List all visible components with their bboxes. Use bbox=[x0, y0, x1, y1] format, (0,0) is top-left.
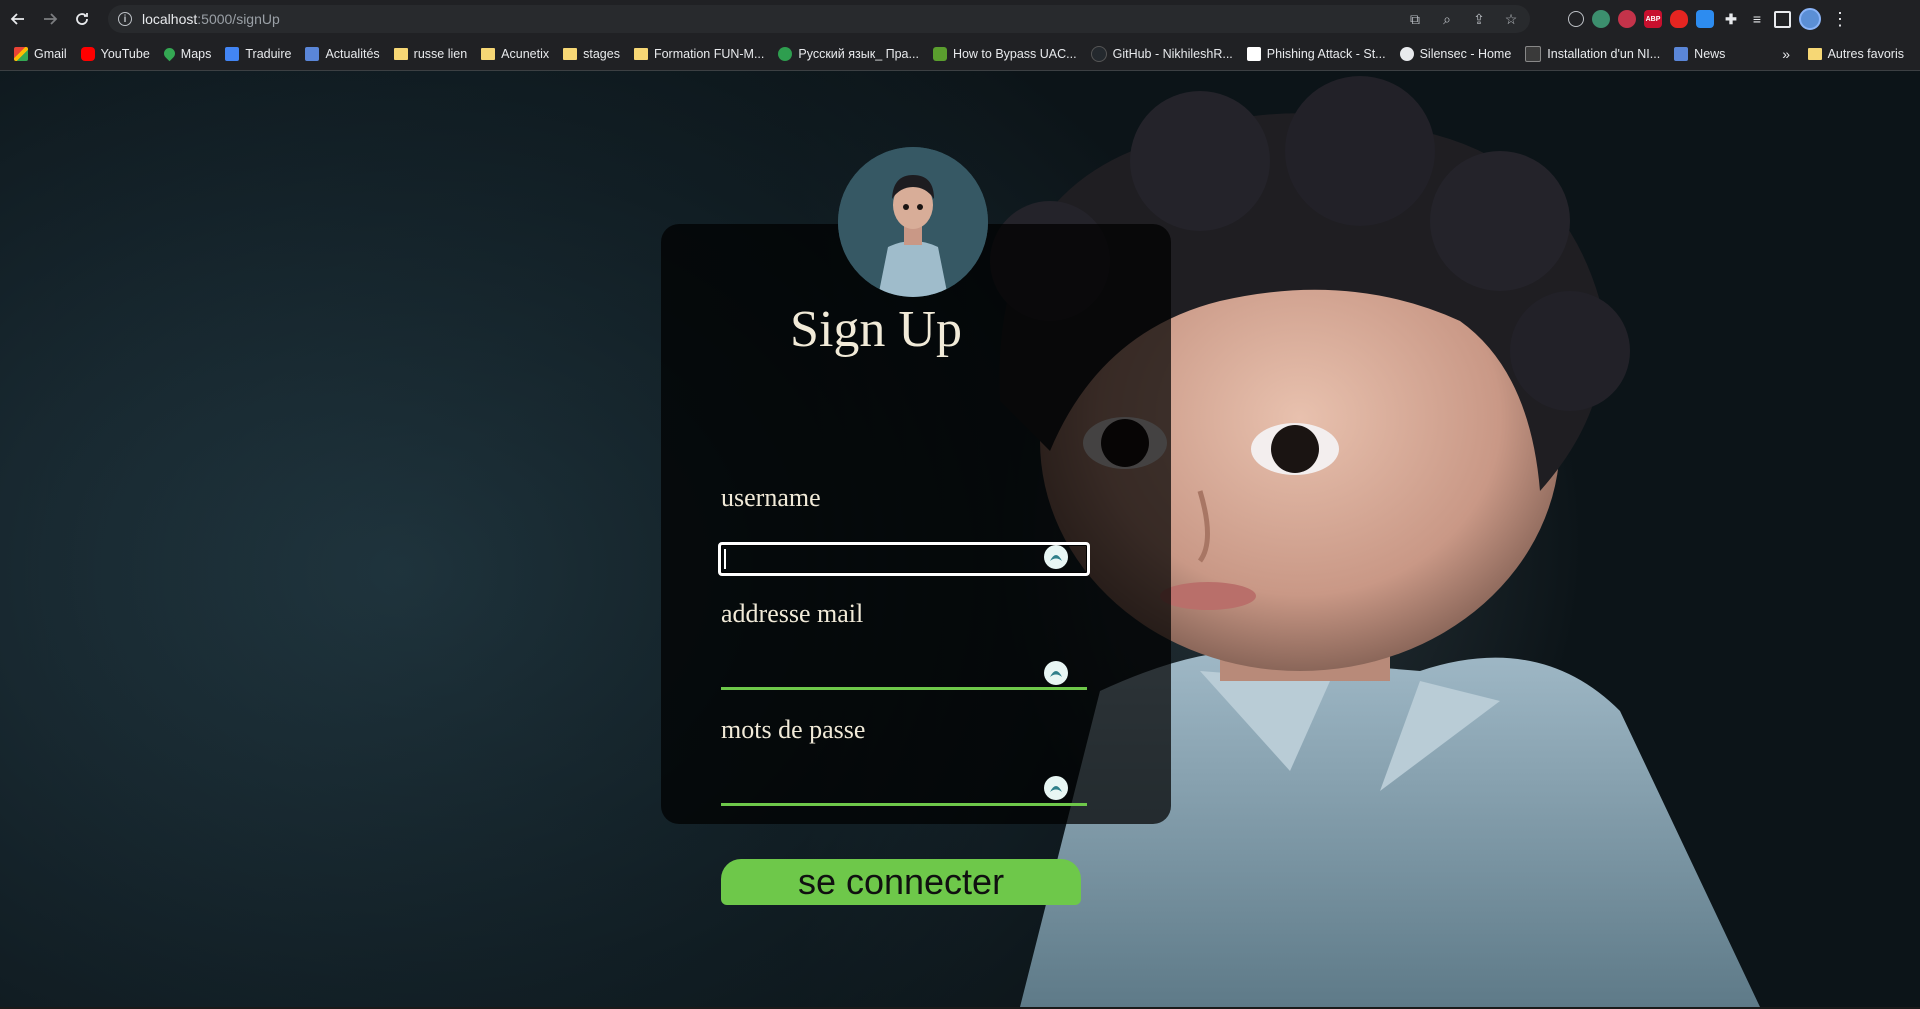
bookmark-folder-formation[interactable]: Formation FUN-M... bbox=[633, 46, 765, 61]
bookmark-label: russe lien bbox=[413, 46, 468, 61]
password-manager-icon[interactable] bbox=[1044, 776, 1068, 800]
extension-5-icon[interactable] bbox=[1670, 10, 1688, 28]
back-button[interactable] bbox=[4, 5, 32, 33]
bookmark-label: Acunetix bbox=[501, 46, 550, 61]
bookmark-label: Silensec - Home bbox=[1419, 46, 1512, 61]
bookmark-github[interactable]: GitHub - NikhileshR... bbox=[1090, 45, 1233, 62]
extension-1-icon[interactable] bbox=[1568, 11, 1584, 27]
text-caret bbox=[724, 549, 726, 569]
site-icon bbox=[1399, 46, 1414, 61]
bookmark-installation[interactable]: Installation d'un NI... bbox=[1525, 45, 1661, 62]
bookmark-phishing[interactable]: Phishing Attack - St... bbox=[1246, 46, 1386, 61]
page-title: Sign Up bbox=[790, 301, 962, 358]
bookmark-label: GitHub - NikhileshR... bbox=[1112, 46, 1233, 61]
bookmark-label: YouTube bbox=[100, 46, 150, 61]
youtube-icon bbox=[80, 46, 95, 61]
bookmarks-overflow-button[interactable]: » bbox=[1782, 46, 1790, 62]
bookmark-star-icon[interactable]: ☆ bbox=[1502, 11, 1520, 28]
url-host: localhost bbox=[142, 11, 198, 27]
bookmark-gmail[interactable]: Gmail bbox=[14, 46, 67, 61]
bookmark-news[interactable]: News bbox=[1674, 46, 1726, 61]
bookmarks-bar: Gmail YouTube Maps Traduire Actualités r… bbox=[0, 37, 1920, 71]
menu-kebab-icon[interactable]: ⋮ bbox=[1831, 9, 1849, 30]
bookmark-traduire[interactable]: Traduire bbox=[225, 46, 292, 61]
folder-icon bbox=[563, 47, 578, 60]
bookmark-label: Installation d'un NI... bbox=[1547, 46, 1661, 61]
bookmark-youtube[interactable]: YouTube bbox=[80, 46, 150, 61]
gmail-icon bbox=[14, 46, 28, 61]
bookmark-label: News bbox=[1694, 46, 1726, 61]
github-icon bbox=[1090, 45, 1107, 62]
profile-photo bbox=[838, 147, 988, 297]
site-icon bbox=[1525, 45, 1542, 62]
bookmark-maps[interactable]: Maps bbox=[161, 45, 212, 62]
profile-avatar[interactable] bbox=[1799, 8, 1821, 30]
news-icon bbox=[1674, 46, 1689, 61]
address-bar[interactable]: i localhost:5000/signUp ⧉ ⌕ ⇪ ☆ bbox=[108, 5, 1530, 33]
other-bookmarks-label: Autres favoris bbox=[1827, 46, 1904, 61]
reading-list-icon[interactable]: ≡ bbox=[1748, 10, 1766, 28]
email-input[interactable] bbox=[721, 658, 1087, 690]
site-icon bbox=[932, 46, 947, 61]
adblock-plus-icon[interactable]: ABP bbox=[1644, 10, 1662, 28]
bookmark-russkiy[interactable]: Русский язык_ Пра... bbox=[778, 46, 919, 61]
bookmark-label: Actualités bbox=[325, 46, 380, 61]
extensions-puzzle-icon[interactable]: ✚ bbox=[1722, 10, 1740, 28]
bookmark-actualites[interactable]: Actualités bbox=[305, 46, 380, 61]
username-input[interactable] bbox=[718, 542, 1090, 576]
url-path: :5000/signUp bbox=[197, 11, 280, 27]
extension-6-icon[interactable] bbox=[1696, 10, 1714, 28]
folder-icon bbox=[481, 47, 496, 60]
bookmark-label: How to Bypass UAC... bbox=[952, 46, 1077, 61]
reload-button[interactable] bbox=[68, 5, 96, 33]
submit-button[interactable]: se connecter bbox=[721, 859, 1081, 905]
share-icon[interactable]: ⇪ bbox=[1470, 11, 1488, 28]
browser-toolbar: i localhost:5000/signUp ⧉ ⌕ ⇪ ☆ ABP ✚ ≡ … bbox=[0, 0, 1920, 37]
zoom-icon[interactable]: ⌕ bbox=[1438, 11, 1456, 28]
site-icon bbox=[778, 46, 793, 61]
translate-page-icon[interactable]: ⧉ bbox=[1406, 11, 1424, 28]
forward-button[interactable] bbox=[36, 5, 64, 33]
password-input[interactable] bbox=[721, 774, 1087, 806]
password-manager-icon[interactable] bbox=[1044, 545, 1068, 569]
translate-icon bbox=[225, 46, 240, 61]
bookmark-label: Traduire bbox=[245, 46, 292, 61]
folder-icon bbox=[633, 47, 648, 60]
bookmark-bypass-uac[interactable]: How to Bypass UAC... bbox=[932, 46, 1077, 61]
bookmark-label: Formation FUN-M... bbox=[653, 46, 765, 61]
bookmark-folder-stages[interactable]: stages bbox=[563, 47, 620, 61]
news-icon bbox=[305, 46, 320, 61]
bookmark-label: Русский язык_ Пра... bbox=[798, 46, 919, 61]
other-bookmarks-folder[interactable]: Autres favoris bbox=[1807, 46, 1904, 61]
maps-icon bbox=[161, 45, 178, 62]
username-label: username bbox=[721, 483, 821, 512]
email-label: addresse mail bbox=[721, 599, 864, 628]
folder-icon bbox=[393, 47, 408, 60]
bookmark-label: Maps bbox=[180, 46, 212, 61]
extension-2-icon[interactable] bbox=[1592, 10, 1610, 28]
bookmark-silensec[interactable]: Silensec - Home bbox=[1399, 46, 1512, 61]
site-info-icon[interactable]: i bbox=[118, 12, 132, 26]
folder-icon bbox=[1807, 47, 1822, 60]
extension-3-icon[interactable] bbox=[1618, 10, 1636, 28]
bookmark-label: Gmail bbox=[34, 46, 67, 61]
bookmark-folder-russe-lien[interactable]: russe lien bbox=[393, 46, 468, 61]
password-manager-icon[interactable] bbox=[1044, 661, 1068, 685]
side-panel-icon[interactable] bbox=[1774, 10, 1791, 28]
bookmark-folder-acunetix[interactable]: Acunetix bbox=[481, 47, 549, 61]
password-label: mots de passe bbox=[721, 715, 866, 744]
site-icon bbox=[1246, 46, 1261, 61]
bookmark-label: stages bbox=[583, 46, 620, 61]
bookmark-label: Phishing Attack - St... bbox=[1266, 46, 1386, 61]
